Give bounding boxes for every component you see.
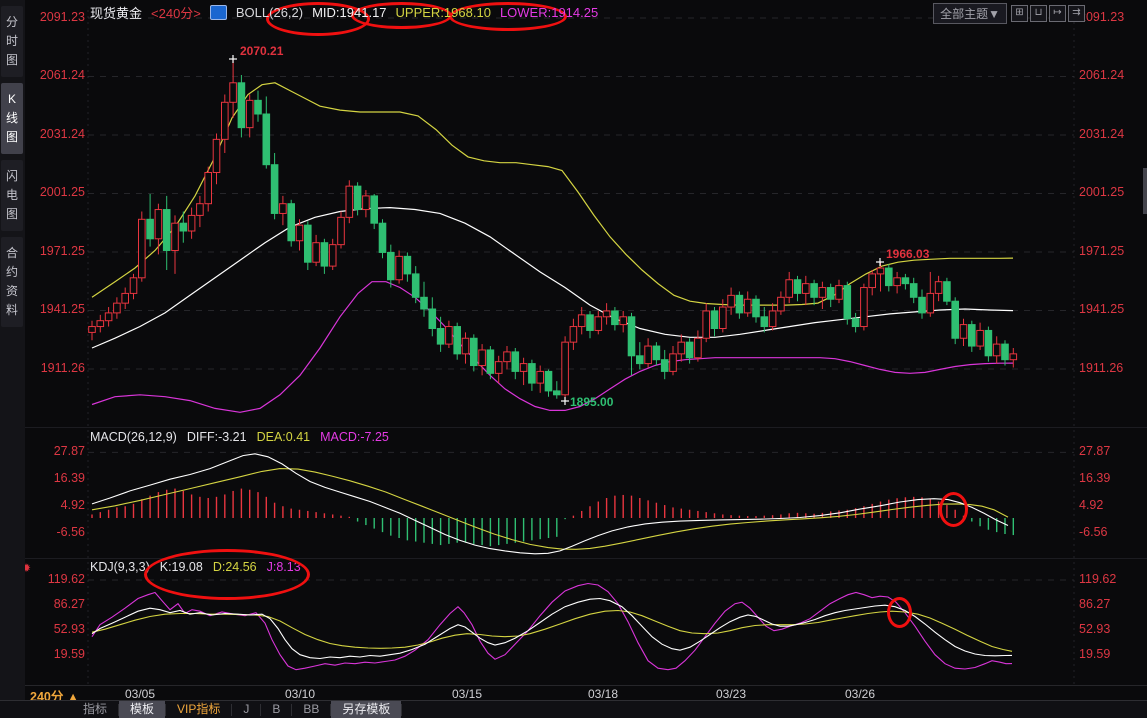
sidebar-tab-2[interactable]: 闪电图 <box>1 160 23 231</box>
kdj-axis-label-right: 52.93 <box>1079 622 1110 636</box>
symbol-name: 现货黄金 <box>90 3 142 22</box>
kdj-axis-label-right: 19.59 <box>1079 647 1110 661</box>
price-axis-label-right: 2001.25 <box>1079 185 1124 199</box>
price-axis-label-left: 2091.23 <box>40 10 85 24</box>
kdj-title: KDJ(9,3,3) <box>90 560 150 574</box>
panel-divider <box>0 427 1147 428</box>
macd-header: MACD(26,12,9) DIFF:-3.21 DEA:0.41 MACD:-… <box>90 430 389 444</box>
boll-upper-value: UPPER:1968.10 <box>396 5 491 20</box>
period-tag: <240分> <box>151 3 201 22</box>
macd-axis-label-left: 4.92 <box>61 498 85 512</box>
macd-axis-label-left: 27.87 <box>54 444 85 458</box>
date-axis-label: 03/10 <box>278 687 322 701</box>
layout-grid-icon[interactable]: ⊞ <box>1011 5 1028 22</box>
price-axis-label-left: 2001.25 <box>40 185 85 199</box>
price-axis-label-right: 2091.23 <box>1079 10 1124 24</box>
price-axis-label-right: 2061.24 <box>1079 68 1124 82</box>
topbar-controls: 全部主题▼ ⊞⊔↦⇉ <box>933 3 1085 24</box>
price-axis-label-left: 1971.25 <box>40 244 85 258</box>
chart-canvas[interactable] <box>0 0 1147 718</box>
scrollbar-thumb[interactable] <box>1143 168 1147 214</box>
window-icon-group: ⊞⊔↦⇉ <box>1011 5 1085 22</box>
macd-title: MACD(26,12,9) <box>90 430 177 444</box>
price-axis-label-left: 1941.25 <box>40 302 85 316</box>
price-axis-label-right: 1911.26 <box>1079 361 1123 375</box>
swing-high-label: 1966.03 <box>886 247 929 261</box>
macd-axis-label-right: -6.56 <box>1079 525 1108 539</box>
fit-frame-icon[interactable]: ⊔ <box>1030 5 1047 22</box>
price-axis-label-left: 1911.26 <box>41 361 85 375</box>
title-bar: 现货黄金 <240分> BOLL(26,2) MID:1941.17 UPPER… <box>90 3 598 22</box>
date-axis-label: 03/18 <box>581 687 625 701</box>
macd-axis-label-left: 16.39 <box>54 471 85 485</box>
boll-indicator-label: BOLL(26,2) <box>236 5 303 20</box>
kdj-axis-label-left: 19.59 <box>54 647 85 661</box>
toolbar-button-4[interactable]: B <box>261 701 291 718</box>
macd-dea-value: DEA:0.41 <box>257 430 311 444</box>
toolbar-button-0[interactable]: 指标 <box>72 701 118 718</box>
theme-dropdown[interactable]: 全部主题▼ <box>933 3 1007 24</box>
macd-axis-label-right: 4.92 <box>1079 498 1103 512</box>
sidebar-tab-3[interactable]: 合约资料 <box>1 237 23 327</box>
macd-axis-label-right: 27.87 <box>1079 444 1110 458</box>
annotation-ellipse <box>887 597 912 628</box>
date-axis-label: 03/05 <box>118 687 162 701</box>
price-axis-label-right: 2031.24 <box>1079 127 1124 141</box>
price-axis-label-left: 2061.24 <box>40 68 85 82</box>
date-axis-label: 03/26 <box>838 687 882 701</box>
low-label: 1895.00 <box>570 395 613 409</box>
macd-value: MACD:-7.25 <box>320 430 389 444</box>
macd-axis-label-left: -6.56 <box>57 525 86 539</box>
price-axis-label-left: 2031.24 <box>40 127 85 141</box>
boll-lower-value: LOWER:1914.25 <box>500 5 598 20</box>
collapse-panel-icon[interactable]: ⇉ <box>1068 5 1085 22</box>
toolbar-button-2[interactable]: VIP指标 <box>166 701 231 718</box>
trading-app-window: 分时图 K线图闪电图合约资料 现货黄金 <240分> BOLL(26,2) MID… <box>0 0 1147 718</box>
toolbar-button-3[interactable]: J <box>232 701 260 718</box>
toolbar-button-6[interactable]: 另存模板 <box>331 701 401 718</box>
kdj-axis-label-left: 86.27 <box>54 597 85 611</box>
price-axis-label-right: 1941.25 <box>1079 302 1124 316</box>
kline-icon <box>210 5 227 20</box>
price-axis-label-right: 1971.25 <box>1079 244 1124 258</box>
date-axis-label: 03/15 <box>445 687 489 701</box>
pan-frame-icon[interactable]: ↦ <box>1049 5 1066 22</box>
chevron-down-icon: ▼ <box>988 7 1000 21</box>
kdj-axis-label-left: 52.93 <box>54 622 85 636</box>
annotation-ellipse <box>144 549 310 600</box>
toolbar-button-1[interactable]: 模板 <box>119 701 165 718</box>
sidebar-tab-0[interactable]: 分时图 <box>1 6 23 77</box>
peak-high-label: 2070.21 <box>240 44 283 58</box>
sidebar: 分时图 K线图闪电图合约资料 <box>0 0 25 700</box>
panel-divider <box>0 685 1147 686</box>
toolbar-separator <box>401 704 402 716</box>
macd-diff-value: DIFF:-3.21 <box>187 430 247 444</box>
macd-axis-label-right: 16.39 <box>1079 471 1110 485</box>
bottom-toolbar: 指标模板VIP指标JBBB另存模板 <box>0 700 1147 718</box>
annotation-ellipse <box>939 492 968 527</box>
boll-mid-value: MID:1941.17 <box>312 5 386 20</box>
date-axis-label: 03/23 <box>709 687 753 701</box>
kdj-axis-label-left: 119.62 <box>48 572 85 586</box>
kdj-axis-label-right: 119.62 <box>1079 572 1116 586</box>
kdj-axis-label-right: 86.27 <box>1079 597 1110 611</box>
sidebar-tab-1[interactable]: K线图 <box>1 83 23 154</box>
toolbar-button-5[interactable]: BB <box>292 701 330 718</box>
